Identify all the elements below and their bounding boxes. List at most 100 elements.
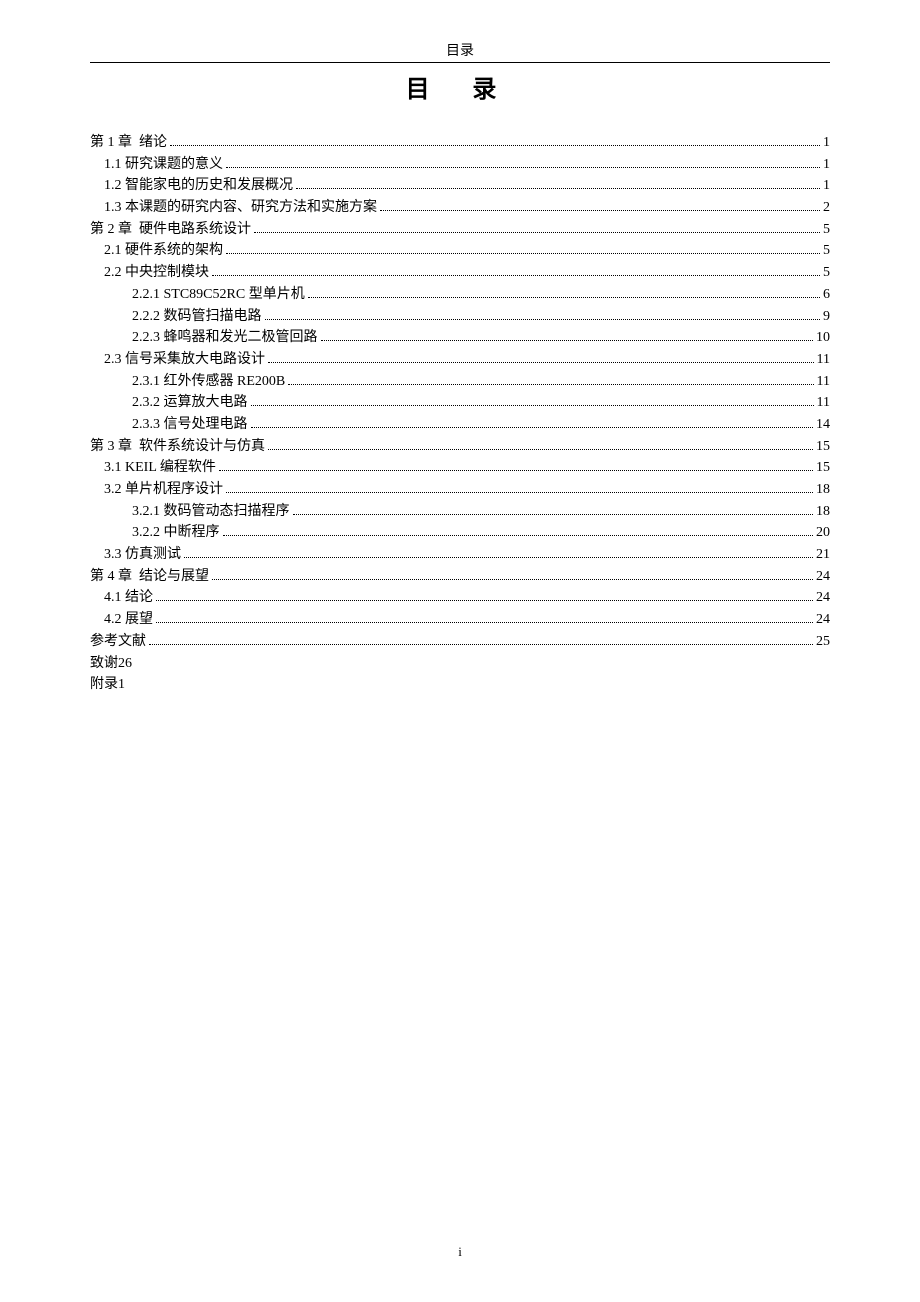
toc-entry-page: 15 [816, 436, 830, 458]
toc-entry-label: 2.2.3 蜂鸣器和发光二极管回路 [132, 327, 318, 349]
toc-entry-page: 25 [816, 631, 830, 653]
toc-entry-label: 3.2.1 数码管动态扫描程序 [132, 501, 290, 523]
toc-entry-page: 18 [816, 501, 830, 523]
toc-entry: 2.2 中央控制模块 5 [90, 262, 830, 284]
toc-leader-dots [321, 340, 814, 341]
toc-entry-page: 10 [816, 327, 830, 349]
toc-entry-page: 2 [823, 197, 830, 219]
toc-leader-dots [156, 600, 813, 601]
toc-entry: 3.1 KEIL 编程软件 15 [90, 457, 830, 479]
table-of-contents: 第 1 章 绪论11.1 研究课题的意义11.2 智能家电的历史和发展概况11.… [90, 132, 830, 696]
toc-entry: 2.1 硬件系统的架构 5 [90, 240, 830, 262]
toc-entry-page: 11 [817, 349, 830, 371]
toc-leader-dots [170, 145, 820, 146]
toc-leader-dots [296, 188, 820, 189]
toc-entry-page: 14 [816, 414, 830, 436]
toc-entry: 4.1 结论 24 [90, 587, 830, 609]
toc-entry: 2.3.2 运算放大电路 11 [90, 392, 830, 414]
toc-entry-label: 附录1 [90, 674, 125, 696]
toc-entry-page: 15 [816, 457, 830, 479]
toc-entry-page: 1 [823, 175, 830, 197]
page-title: 目 录 [90, 69, 830, 104]
toc-leader-dots [254, 232, 820, 233]
toc-entry: 3.2 单片机程序设计 18 [90, 479, 830, 501]
toc-entry-label: 2.3.1 红外传感器 RE200B [132, 371, 285, 393]
toc-entry-label: 3.1 KEIL 编程软件 [104, 457, 216, 479]
toc-entry: 2.3.3 信号处理电路 14 [90, 414, 830, 436]
toc-entry: 1.1 研究课题的意义 1 [90, 154, 830, 176]
toc-entry: 4.2 展望 24 [90, 609, 830, 631]
toc-leader-dots [219, 470, 813, 471]
toc-entry-label: 2.2.2 数码管扫描电路 [132, 306, 262, 328]
toc-entry: 附录1 [90, 674, 830, 696]
toc-entry: 2.2.3 蜂鸣器和发光二极管回路 10 [90, 327, 830, 349]
toc-entry: 第 3 章 软件系统设计与仿真 15 [90, 436, 830, 458]
toc-entry-label: 参考文献 [90, 631, 146, 653]
toc-entry: 3.3 仿真测试 21 [90, 544, 830, 566]
toc-entry-page: 5 [823, 240, 830, 262]
toc-entry: 3.2.2 中断程序 20 [90, 522, 830, 544]
toc-leader-dots [308, 297, 820, 298]
toc-leader-dots [156, 622, 813, 623]
toc-leader-dots [265, 319, 821, 320]
toc-entry-label: 2.3.2 运算放大电路 [132, 392, 248, 414]
toc-entry-label: 2.3.3 信号处理电路 [132, 414, 248, 436]
toc-entry-page: 24 [816, 566, 830, 588]
toc-leader-dots [268, 362, 814, 363]
toc-leader-dots [293, 514, 814, 515]
toc-entry-label: 2.1 硬件系统的架构 [104, 240, 223, 262]
toc-entry-page: 21 [816, 544, 830, 566]
toc-leader-dots [149, 644, 813, 645]
toc-entry-page: 1 [823, 132, 830, 154]
toc-entry-page: 11 [817, 371, 830, 393]
toc-entry-page: 18 [816, 479, 830, 501]
toc-entry: 2.3 信号采集放大电路设计 11 [90, 349, 830, 371]
toc-leader-dots [184, 557, 813, 558]
toc-entry-label: 4.1 结论 [104, 587, 153, 609]
toc-entry-label: 3.2 单片机程序设计 [104, 479, 223, 501]
toc-entry: 第 4 章 结论与展望 24 [90, 566, 830, 588]
toc-entry-label: 第 2 章 硬件电路系统设计 [90, 219, 251, 241]
toc-entry-label: 2.2 中央控制模块 [104, 262, 209, 284]
toc-leader-dots [226, 167, 820, 168]
toc-leader-dots [212, 579, 813, 580]
toc-entry-page: 9 [823, 306, 830, 328]
running-header: 目录 [90, 40, 830, 63]
toc-entry-label: 3.3 仿真测试 [104, 544, 181, 566]
toc-entry-page: 5 [823, 262, 830, 284]
toc-entry: 3.2.1 数码管动态扫描程序 18 [90, 501, 830, 523]
toc-entry: 第 1 章 绪论 1 [90, 132, 830, 154]
toc-leader-dots [251, 427, 814, 428]
toc-entry-label: 1.2 智能家电的历史和发展概况 [104, 175, 293, 197]
toc-entry-page: 20 [816, 522, 830, 544]
toc-entry-label: 3.2.2 中断程序 [132, 522, 220, 544]
toc-leader-dots [380, 210, 820, 211]
toc-entry-page: 5 [823, 219, 830, 241]
toc-entry-label: 致谢26 [90, 653, 132, 675]
toc-entry-page: 6 [823, 284, 830, 306]
toc-entry-label: 第 1 章 绪论 [90, 132, 167, 154]
toc-entry: 2.3.1 红外传感器 RE200B 11 [90, 371, 830, 393]
toc-entry-label: 2.3 信号采集放大电路设计 [104, 349, 265, 371]
toc-entry-label: 1.1 研究课题的意义 [104, 154, 223, 176]
toc-entry-label: 第 4 章 结论与展望 [90, 566, 209, 588]
toc-entry-label: 1.3 本课题的研究内容、研究方法和实施方案 [104, 197, 377, 219]
toc-entry-label: 第 3 章 软件系统设计与仿真 [90, 436, 265, 458]
toc-leader-dots [226, 492, 813, 493]
toc-entry-label: 2.2.1 STC89C52RC 型单片机 [132, 284, 305, 306]
toc-entry: 2.2.1 STC89C52RC 型单片机 6 [90, 284, 830, 306]
toc-entry: 2.2.2 数码管扫描电路 9 [90, 306, 830, 328]
toc-entry-page: 1 [823, 154, 830, 176]
document-page: 目录 目 录 第 1 章 绪论 1 1.1 研究课题的意义 1 1.2 智能家电的历史和… [0, 0, 920, 696]
toc-leader-dots [268, 449, 813, 450]
toc-entry-page: 11 [817, 392, 830, 414]
toc-leader-dots [226, 253, 820, 254]
toc-entry: 参考文献 25 [90, 631, 830, 653]
toc-entry: 第 2 章 硬件电路系统设计 5 [90, 219, 830, 241]
toc-leader-dots [288, 384, 813, 385]
toc-entry-label: 4.2 展望 [104, 609, 153, 631]
toc-leader-dots [251, 405, 814, 406]
page-number-footer: i [0, 1244, 920, 1260]
toc-entry-page: 24 [816, 609, 830, 631]
toc-entry-page: 24 [816, 587, 830, 609]
